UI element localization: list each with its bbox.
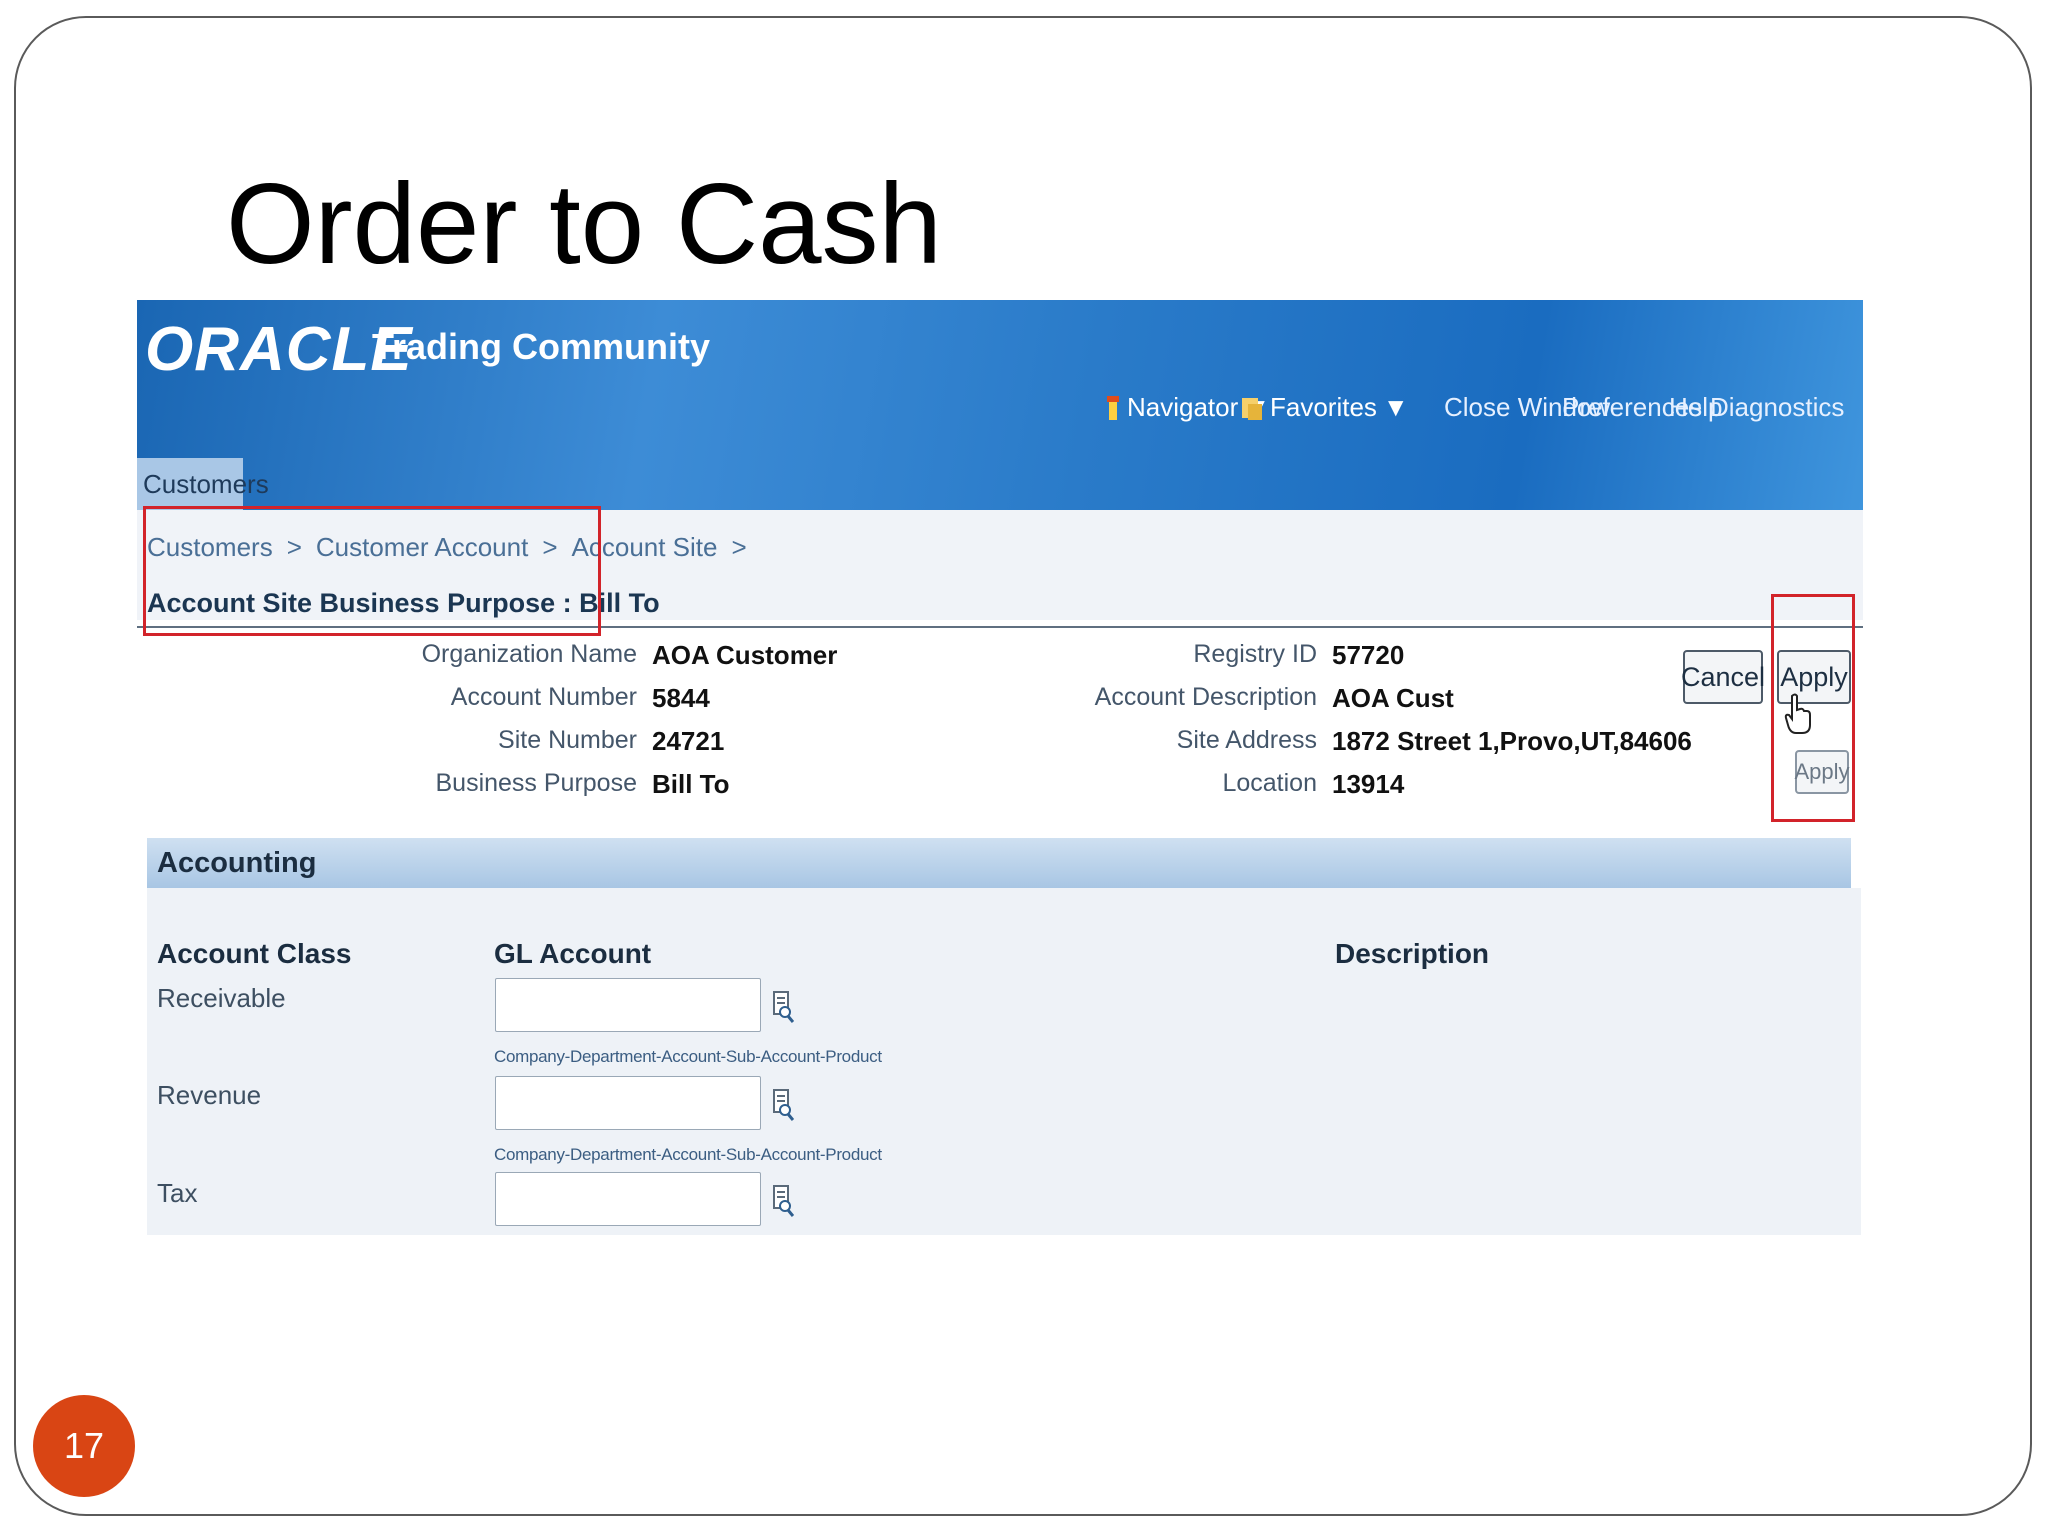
site-address-label: Site Address <box>1176 726 1317 754</box>
tax-gl-account-input[interactable] <box>495 1172 761 1226</box>
slide-page-number: 17 <box>33 1395 135 1497</box>
account-description-label: Account Description <box>1094 683 1317 711</box>
oracle-screenshot: ORACLE Trading Community Navigator ▼ Fav… <box>137 300 1863 1235</box>
business-purpose-label: Business Purpose <box>435 769 637 797</box>
diagnostics-link[interactable]: Diagnostics <box>1710 392 1844 423</box>
favorites-menu[interactable]: Favorites ▼ <box>1240 392 1409 423</box>
navigator-icon <box>1107 395 1119 420</box>
revenue-label: Revenue <box>157 1080 262 1110</box>
revenue-gl-account-input[interactable] <box>495 1076 761 1130</box>
site-address-value: 1872 Street 1,Provo,UT,84606 <box>1332 726 1692 756</box>
favorites-label: Favorites <box>1270 392 1377 422</box>
site-number-value: 24721 <box>652 726 725 756</box>
receivable-search-icon[interactable] <box>772 990 794 1024</box>
registry-id-value: 57720 <box>1332 640 1405 670</box>
app-name: Trading Community <box>372 326 711 367</box>
app-banner: ORACLE Trading Community Navigator ▼ Fav… <box>137 300 1863 510</box>
receivable-label: Receivable <box>157 983 286 1013</box>
gl-account-column-header: GL Account <box>494 938 652 969</box>
business-purpose-value: Bill To <box>652 769 730 799</box>
account-class-column-header: Account Class <box>157 938 352 969</box>
site-number-label: Site Number <box>498 726 637 754</box>
slide-title: Order to Cash <box>226 161 942 288</box>
apply-highlight-box <box>1771 594 1855 822</box>
favorites-icon <box>1242 397 1262 420</box>
revenue-search-icon[interactable] <box>772 1088 794 1122</box>
receivable-segment-hint: Company-Department-Account-Sub-Account-P… <box>494 1047 882 1066</box>
registry-id-label: Registry ID <box>1193 640 1317 668</box>
organization-name-value: AOA Customer <box>652 640 838 670</box>
tax-search-icon[interactable] <box>772 1184 794 1218</box>
cancel-button[interactable]: Cancel <box>1681 650 1765 704</box>
breadcrumb-separator: > <box>731 532 747 562</box>
breadcrumb-highlight-box <box>143 506 601 636</box>
accounting-section-header: Accounting <box>147 838 1851 888</box>
receivable-gl-account-input[interactable] <box>495 978 761 1032</box>
organization-name-label: Organization Name <box>421 640 637 668</box>
location-value: 13914 <box>1332 769 1405 799</box>
account-number-value: 5844 <box>652 683 710 713</box>
account-number-label: Account Number <box>450 683 637 711</box>
tax-label: Tax <box>157 1178 198 1208</box>
accounting-section-body <box>147 888 1861 1235</box>
description-column-header: Description <box>1335 938 1490 969</box>
favorites-caret-icon: ▼ <box>1382 392 1409 422</box>
location-label: Location <box>1222 769 1317 797</box>
navigator-label: Navigator <box>1127 392 1239 422</box>
revenue-segment-hint: Company-Department-Account-Sub-Account-P… <box>494 1145 882 1164</box>
account-description-value: AOA Cust <box>1332 683 1454 713</box>
tab-customers[interactable]: Customers <box>137 458 269 510</box>
